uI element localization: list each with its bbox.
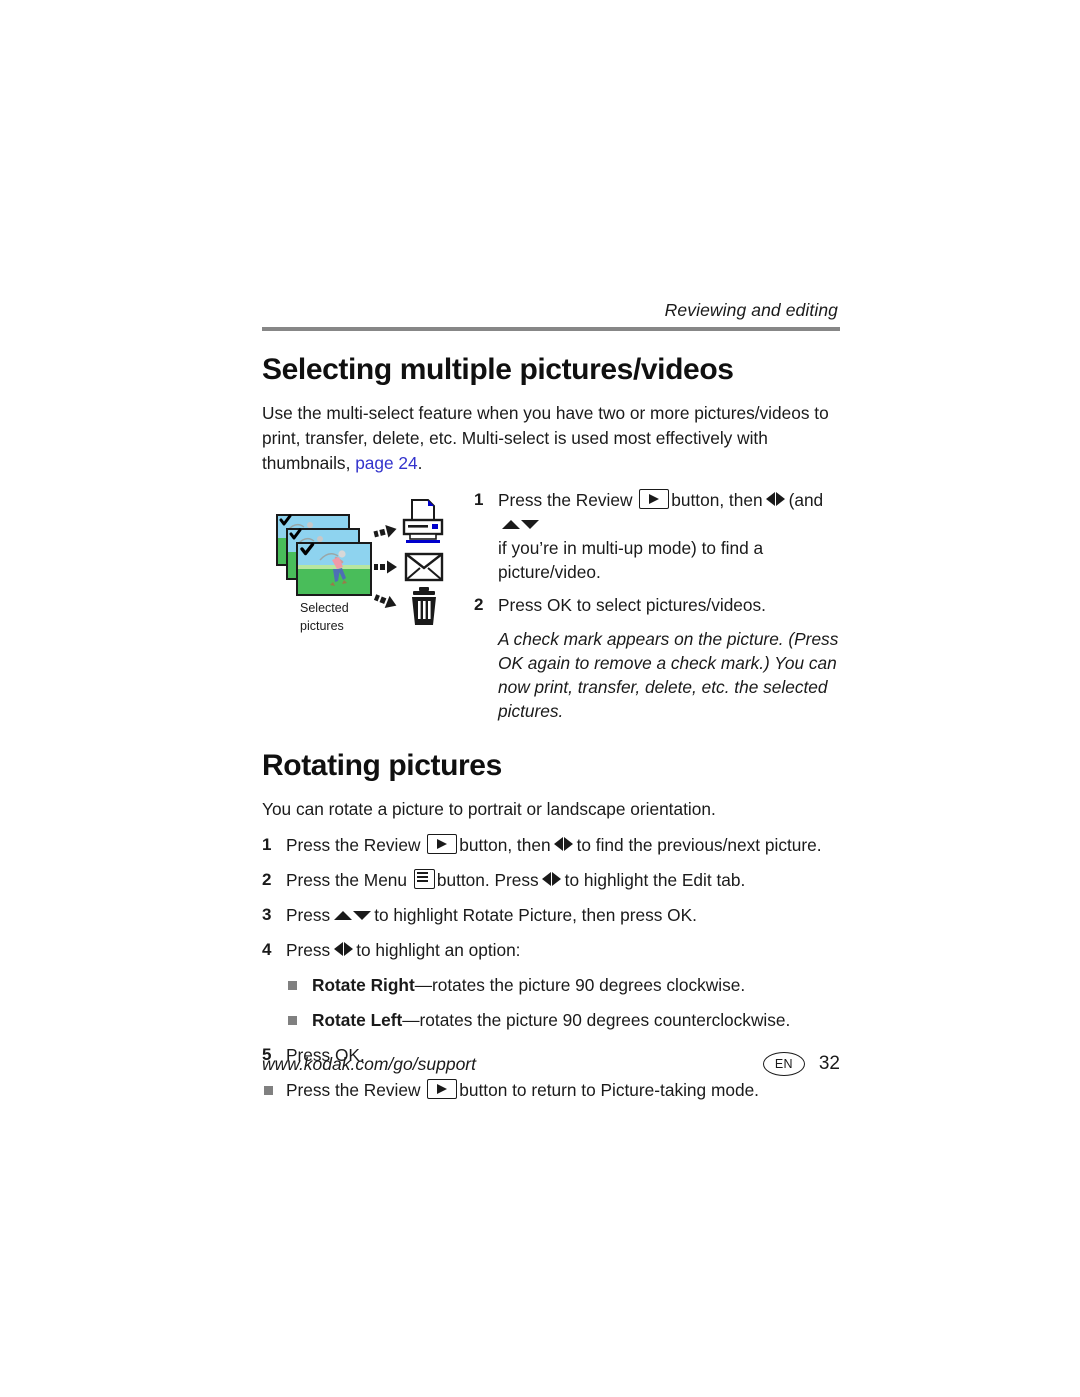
step-number: 2 xyxy=(474,595,484,614)
step-text-b: button. Press xyxy=(436,870,539,890)
left-right-arrows-icon xyxy=(542,868,562,892)
document-page: Reviewing and editing Selecting multiple… xyxy=(0,0,1080,1397)
option-desc: —rotates the picture 90 degrees counterc… xyxy=(402,1010,791,1030)
section1-step-2: 2 Press OK to select pictures/videos. xyxy=(474,593,840,617)
review-button-icon xyxy=(427,834,458,854)
step-text-a: Press the Review xyxy=(498,490,633,510)
footer-right-group: EN 32 xyxy=(762,1052,840,1076)
step-number: 3 xyxy=(262,905,272,924)
option-desc: —rotates the picture 90 degrees clockwis… xyxy=(414,975,746,995)
left-right-arrows-icon xyxy=(554,833,574,857)
left-right-arrows-icon xyxy=(766,488,786,512)
review-button-icon xyxy=(639,489,670,509)
figure-caption-line2: pictures xyxy=(300,619,344,633)
figure-and-steps-block: Selected pictures 1 Press the Review but… xyxy=(262,486,840,723)
section1-intro-text: Use the multi-select feature when you ha… xyxy=(262,403,829,473)
section2-step-2: 2 Press the Menu button. Press to highligh… xyxy=(262,868,840,892)
step-text-a: Press xyxy=(286,940,331,960)
printer-icon xyxy=(402,499,444,543)
section1-step-1: 1 Press the Review button, then (and if yo… xyxy=(474,488,840,584)
section2-intro: You can rotate a picture to portrait or … xyxy=(262,799,716,819)
up-down-arrows-icon xyxy=(501,512,539,536)
section1-intro-end: . xyxy=(417,453,423,473)
section1-intro: Use the multi-select feature when you ha… xyxy=(262,401,840,476)
figure-caption-line1: Selected xyxy=(300,601,349,615)
final-bullet-text-b: button to return to Picture-taking mode. xyxy=(459,1080,759,1100)
option-rotate-left: Rotate Left—rotates the picture 90 degre… xyxy=(262,1008,840,1032)
up-down-arrows-icon xyxy=(333,903,371,927)
option-rotate-right: Rotate Right—rotates the picture 90 degr… xyxy=(262,973,840,997)
step-text-a: Press OK to select pictures/videos. xyxy=(498,595,766,615)
step-text-b: button, then xyxy=(459,835,551,855)
section1-steps: 1 Press the Review button, then (and if yo… xyxy=(474,486,840,723)
step-number: 1 xyxy=(262,835,272,854)
menu-button-icon xyxy=(413,869,435,889)
section2-step-3: 3 Press to highlight Rotate Picture, then … xyxy=(262,903,840,927)
arrow-to-printer xyxy=(373,524,397,538)
step-text-a: Press the Menu xyxy=(286,870,408,890)
running-header: Reviewing and editing xyxy=(664,300,838,320)
section-title-selecting-multiple: Selecting multiple pictures/videos xyxy=(262,353,734,386)
step-text-b: to highlight an option: xyxy=(356,940,521,960)
step-number: 1 xyxy=(474,490,484,509)
step-text-c: (and xyxy=(788,490,824,510)
review-button-icon xyxy=(427,1079,458,1099)
language-badge: EN xyxy=(762,1052,805,1076)
step-number: 4 xyxy=(262,940,272,959)
section2-final-bullet: Press the Review button to return to Pic… xyxy=(262,1078,840,1102)
trash-icon xyxy=(412,587,436,625)
support-url[interactable]: www.kodak.com/go/support xyxy=(262,1054,476,1075)
option-label: Rotate Left xyxy=(312,1010,403,1030)
photo-thumbnail-front xyxy=(296,542,372,596)
final-bullet-text-a: Press the Review xyxy=(286,1080,421,1100)
step-number: 2 xyxy=(262,870,272,889)
step-text-a: Press xyxy=(286,905,331,925)
option-label: Rotate Right xyxy=(312,975,415,995)
arrow-to-trash xyxy=(373,594,397,608)
bullet-square-icon xyxy=(288,981,297,990)
step-text-c: to highlight the Edit tab. xyxy=(564,870,746,890)
envelope-icon xyxy=(404,552,444,582)
section-title-rotating-pictures: Rotating pictures xyxy=(262,749,502,782)
section1-note: A check mark appears on the picture. (Pr… xyxy=(498,629,839,721)
section2-step-1: 1 Press the Review button, then to find th… xyxy=(262,833,840,857)
step-text-d: if you’re in multi-up mode) to find a pi… xyxy=(498,538,764,582)
page-24-link[interactable]: page 24 xyxy=(355,453,417,473)
left-right-arrows-icon xyxy=(333,938,353,962)
step-text-b: to highlight Rotate Picture, then press … xyxy=(374,905,697,925)
arrow-to-envelope xyxy=(374,560,397,574)
page-number: 32 xyxy=(818,1053,840,1074)
section2-step-4: 4 Press to highlight an option: xyxy=(262,938,840,962)
bullet-square-icon xyxy=(288,1016,297,1025)
page-footer: www.kodak.com/go/support EN 32 xyxy=(262,1052,840,1076)
page-content: Reviewing and editing Selecting multiple… xyxy=(262,300,840,1102)
header-rule xyxy=(262,327,840,331)
step-text-c: to find the previous/next picture. xyxy=(576,835,822,855)
step-text-a: Press the Review xyxy=(286,835,421,855)
step-text-b: button, then xyxy=(671,490,763,510)
selected-pictures-illustration: Selected pictures xyxy=(276,499,444,633)
bullet-square-icon xyxy=(264,1086,273,1095)
